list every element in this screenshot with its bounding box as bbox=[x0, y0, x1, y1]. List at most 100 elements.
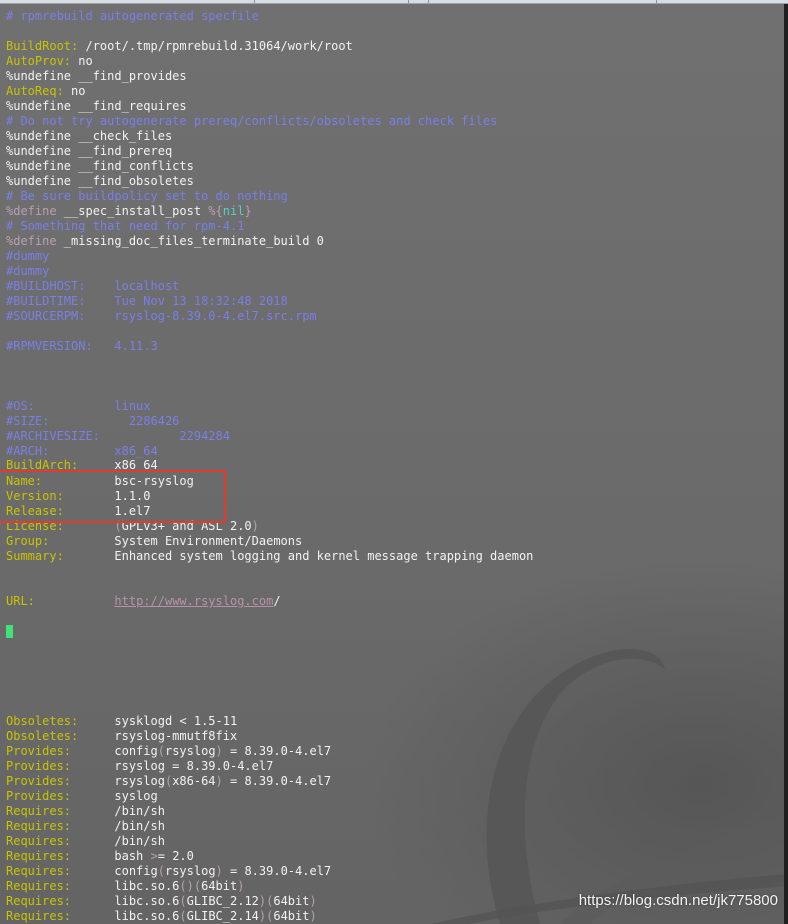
line-segment: AutoProv: bbox=[6, 54, 72, 68]
line-segment: libc.so.6 bbox=[71, 894, 180, 908]
line-segment: > bbox=[150, 849, 158, 863]
line-segment: %define bbox=[6, 234, 57, 248]
line-segment: / bbox=[273, 594, 281, 608]
line-segment: 64bit bbox=[201, 879, 238, 893]
line-segment: #BUILDHOST: localhost bbox=[6, 279, 180, 293]
line-segment: Requires: bbox=[6, 909, 72, 923]
line-segment: http://www.rsyslog.com bbox=[114, 594, 274, 608]
line-segment: ) bbox=[237, 879, 245, 893]
line-segment: Group: bbox=[6, 534, 50, 548]
line-segment: 64bit bbox=[273, 909, 310, 923]
line-segment: #ARCHIVESIZE: 2294284 bbox=[6, 429, 230, 443]
line-segment: Requires: bbox=[6, 864, 72, 878]
terminal-line: #dummy bbox=[6, 249, 49, 264]
terminal-line: Requires: config(rsyslog) = 8.39.0-4.el7 bbox=[6, 864, 331, 879]
line-segment: Requires: bbox=[6, 819, 72, 833]
terminal-line: #OS: linux bbox=[6, 399, 151, 414]
scrollbar-track[interactable] bbox=[784, 4, 788, 924]
line-segment: /root/.tmp/rpmrebuild.31064/work/root bbox=[78, 39, 353, 53]
terminal-line: Provides: rsyslog = 8.39.0-4.el7 bbox=[6, 759, 273, 774]
line-segment: _missing_doc_files_terminate_build 0 bbox=[56, 234, 324, 248]
line-segment: GLIBC_2.14 bbox=[186, 909, 259, 923]
line-segment: # Be sure buildpolicy set to do nothing bbox=[6, 189, 288, 203]
terminal-line: #SIZE: 2286426 bbox=[6, 414, 179, 429]
line-segment: System Environment/Daemons bbox=[49, 534, 303, 548]
line-segment: %undefine __find_requires bbox=[6, 99, 187, 113]
line-segment: nil bbox=[222, 204, 245, 218]
line-segment: ) bbox=[215, 744, 223, 758]
line-segment: ) bbox=[215, 774, 223, 788]
line-segment: rsyslog bbox=[164, 864, 216, 878]
line-segment: %undefine __check_files bbox=[6, 129, 173, 143]
line-segment: AutoReq: bbox=[6, 84, 64, 98]
highlight-box-name-version-release bbox=[0, 470, 226, 523]
terminal-line: # Be sure buildpolicy set to do nothing bbox=[6, 189, 288, 204]
line-segment: Requires: bbox=[6, 834, 72, 848]
line-segment: x86-64 bbox=[172, 774, 216, 788]
line-segment: Provides: bbox=[6, 744, 72, 758]
terminal-window[interactable]: # rpmrebuild autogenerated specfile Build… bbox=[0, 4, 788, 924]
line-segment: syslog bbox=[71, 789, 158, 803]
terminal-line: Requires: /bin/sh bbox=[6, 819, 165, 834]
line-segment: %undefine __find_provides bbox=[6, 69, 187, 83]
terminal-line: Provides: rsyslog(x86-64) = 8.39.0-4.el7 bbox=[6, 774, 331, 789]
terminal-line: # Something that need for rpm-4.1 bbox=[6, 219, 244, 234]
terminal-line: Requires: libc.so.6()(64bit) bbox=[6, 879, 244, 894]
line-segment: Provides: bbox=[6, 774, 72, 788]
terminal-cursor bbox=[6, 625, 13, 638]
line-segment: #ARCH: x86_64 bbox=[6, 444, 158, 458]
terminal-line: Summary: Enhanced system logging and ker… bbox=[6, 549, 533, 564]
terminal-line: AutoProv: no bbox=[6, 54, 93, 69]
tab-divider bbox=[408, 0, 409, 3]
line-segment: ( bbox=[157, 864, 165, 878]
line-segment: GLIBC_2.12 bbox=[186, 894, 259, 908]
terminal-line: BuildRoot: /root/.tmp/rpmrebuild.31064/w… bbox=[6, 39, 353, 54]
terminal-line: %undefine __find_provides bbox=[6, 69, 187, 84]
line-segment: } bbox=[244, 204, 252, 218]
line-segment: %{ bbox=[208, 204, 223, 218]
line-segment: config bbox=[71, 864, 158, 878]
terminal-line: %undefine __find_prereq bbox=[6, 144, 172, 159]
line-segment: ) bbox=[309, 894, 317, 908]
line-segment: #SIZE: 2286426 bbox=[6, 414, 180, 428]
line-segment: = 8.39.0-4.el7 bbox=[222, 864, 332, 878]
line-segment: Provides: bbox=[6, 789, 72, 803]
line-segment: ( bbox=[179, 894, 187, 908]
line-segment: bash bbox=[71, 849, 151, 863]
line-segment: 64bit bbox=[273, 894, 310, 908]
line-segment: #SOURCERPM: rsyslog-8.39.0-4.el7.src.rpm bbox=[6, 309, 317, 323]
line-segment: )( bbox=[258, 909, 274, 923]
line-segment: # Do not try autogenerate prereq/conflic… bbox=[6, 114, 498, 128]
line-segment: Summary: bbox=[6, 549, 64, 563]
line-segment: no bbox=[63, 84, 86, 98]
line-segment: ( bbox=[179, 909, 187, 923]
line-segment: %define bbox=[6, 204, 57, 218]
terminal-line: #dummy bbox=[6, 264, 49, 279]
line-segment: #OS: linux bbox=[6, 399, 151, 413]
terminal-line: Requires: libc.so.6(GLIBC_2.14)(64bit) bbox=[6, 909, 317, 924]
line-segment: = 8.39.0-4.el7 bbox=[222, 744, 332, 758]
terminal-line: #BUILDTIME: Tue Nov 13 18:32:48 2018 bbox=[6, 294, 288, 309]
line-segment: ) bbox=[215, 864, 223, 878]
terminal-line: #SOURCERPM: rsyslog-8.39.0-4.el7.src.rpm bbox=[6, 309, 317, 324]
line-segment: #BUILDTIME: Tue Nov 13 18:32:48 2018 bbox=[6, 294, 288, 308]
line-segment: config bbox=[71, 744, 158, 758]
line-segment: rsyslog bbox=[164, 744, 216, 758]
terminal-line: %define _missing_doc_files_terminate_bui… bbox=[6, 234, 324, 249]
terminal-line: #ARCH: x86_64 bbox=[6, 444, 158, 459]
line-segment: #dummy bbox=[6, 264, 50, 278]
terminal-line: %undefine __check_files bbox=[6, 129, 172, 144]
terminal-line: Provides: syslog bbox=[6, 789, 158, 804]
terminal-line: Requires: libc.so.6(GLIBC_2.12)(64bit) bbox=[6, 894, 317, 909]
line-segment: rsyslog bbox=[71, 774, 165, 788]
terminal-line: %undefine __find_requires bbox=[6, 99, 187, 114]
line-segment: no bbox=[71, 54, 93, 68]
tab-divider bbox=[254, 0, 255, 3]
line-segment: ) bbox=[309, 909, 317, 923]
line-segment: rsyslog = 8.39.0-4.el7 bbox=[71, 759, 274, 773]
line-segment: Enhanced system logging and kernel messa… bbox=[63, 549, 534, 563]
terminal-line: Group: System Environment/Daemons bbox=[6, 534, 302, 549]
line-segment: %undefine __find_conflicts bbox=[6, 159, 194, 173]
terminal-line: %undefine __find_conflicts bbox=[6, 159, 194, 174]
line-segment: libc.so.6 bbox=[71, 879, 180, 893]
